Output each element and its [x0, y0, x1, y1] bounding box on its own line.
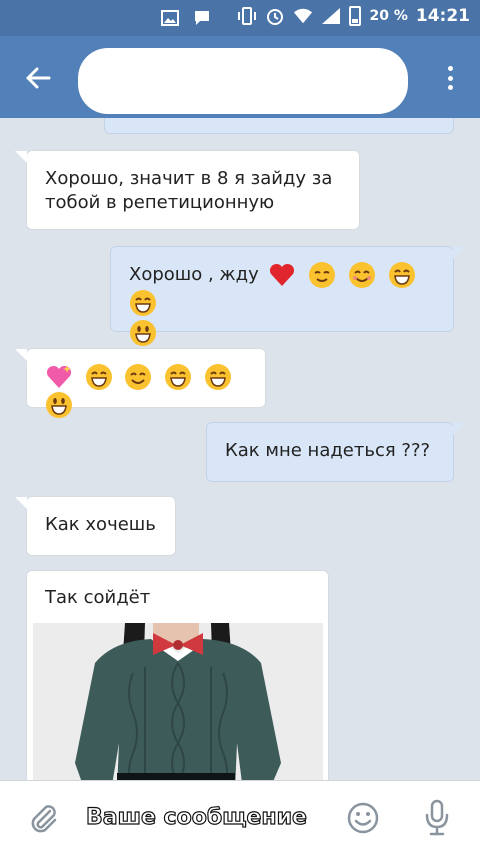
gallery-icon	[160, 8, 180, 28]
message-input-bar: Ваше сообщение	[0, 780, 480, 854]
message-text: Так сойдёт	[45, 587, 151, 608]
chat-notification-icon	[192, 8, 212, 28]
dot	[447, 85, 453, 90]
battery-percent: 20 %	[369, 8, 408, 24]
smiling-face-icon	[124, 363, 152, 391]
relieved-face-icon	[308, 261, 336, 289]
smiley-face-icon	[129, 319, 157, 347]
battery-icon	[349, 6, 362, 26]
photo-sweater-image	[33, 623, 323, 780]
status-bar: 20 % 14:21	[0, 0, 480, 36]
smiling-face-icon	[348, 261, 376, 289]
message-text: Хорошо, значит в 8 я зайду за тобой в ре…	[45, 168, 333, 213]
message-text: Хорошо , жду	[129, 264, 259, 285]
grinning-face-icon	[204, 363, 232, 391]
grinning-face-icon	[388, 261, 416, 289]
message-bubble-incoming[interactable]: Хорошо, значит в 8 я зайду за тобой в ре…	[15, 150, 360, 230]
arrow-back-icon	[26, 67, 51, 89]
conversation-title-redacted[interactable]	[78, 48, 408, 114]
message-bubble-partial[interactable]	[104, 118, 454, 134]
grinning-face-icon	[129, 289, 157, 317]
paperclip-icon	[31, 805, 57, 833]
dot	[447, 75, 453, 81]
vibrate-icon	[237, 6, 257, 26]
sparkling-heart-icon	[45, 363, 73, 391]
microphone-icon	[425, 799, 449, 836]
message-text: Как хочешь	[45, 514, 156, 535]
back-button[interactable]	[18, 58, 58, 98]
message-text: Как мне надеться ???	[225, 440, 431, 461]
alarm-icon	[265, 6, 285, 26]
clock: 14:21	[415, 6, 470, 26]
more-options-button[interactable]	[438, 62, 462, 94]
smiley-face-icon	[45, 391, 73, 419]
chat-header	[0, 36, 480, 118]
smile-icon	[347, 802, 379, 834]
dot	[447, 66, 453, 71]
grinning-face-icon	[164, 363, 192, 391]
message-list[interactable]: Хорошо, значит в 8 я зайду за тобой в ре…	[0, 118, 480, 780]
grinning-face-icon	[85, 363, 113, 391]
emoji-button[interactable]	[346, 801, 380, 835]
status-notifications	[160, 8, 212, 28]
heart-emoji-icon	[268, 261, 296, 289]
voice-message-button[interactable]	[422, 799, 452, 837]
attach-button[interactable]	[26, 801, 60, 835]
message-bubble-outgoing[interactable]: Хорошо , жду	[110, 246, 465, 346]
status-indicators: 20 % 14:21	[237, 6, 470, 26]
wifi-icon	[293, 6, 313, 26]
message-bubble-incoming[interactable]	[15, 348, 266, 418]
message-input[interactable]: Ваше сообщение	[85, 804, 307, 830]
signal-icon	[321, 6, 341, 26]
message-bubble-incoming[interactable]: Как хочешь	[15, 496, 176, 556]
attached-photo[interactable]	[33, 623, 323, 780]
message-bubble-outgoing[interactable]: Как мне надеться ???	[206, 422, 465, 482]
message-bubble-photo[interactable]: Так сойдёт	[26, 570, 329, 780]
